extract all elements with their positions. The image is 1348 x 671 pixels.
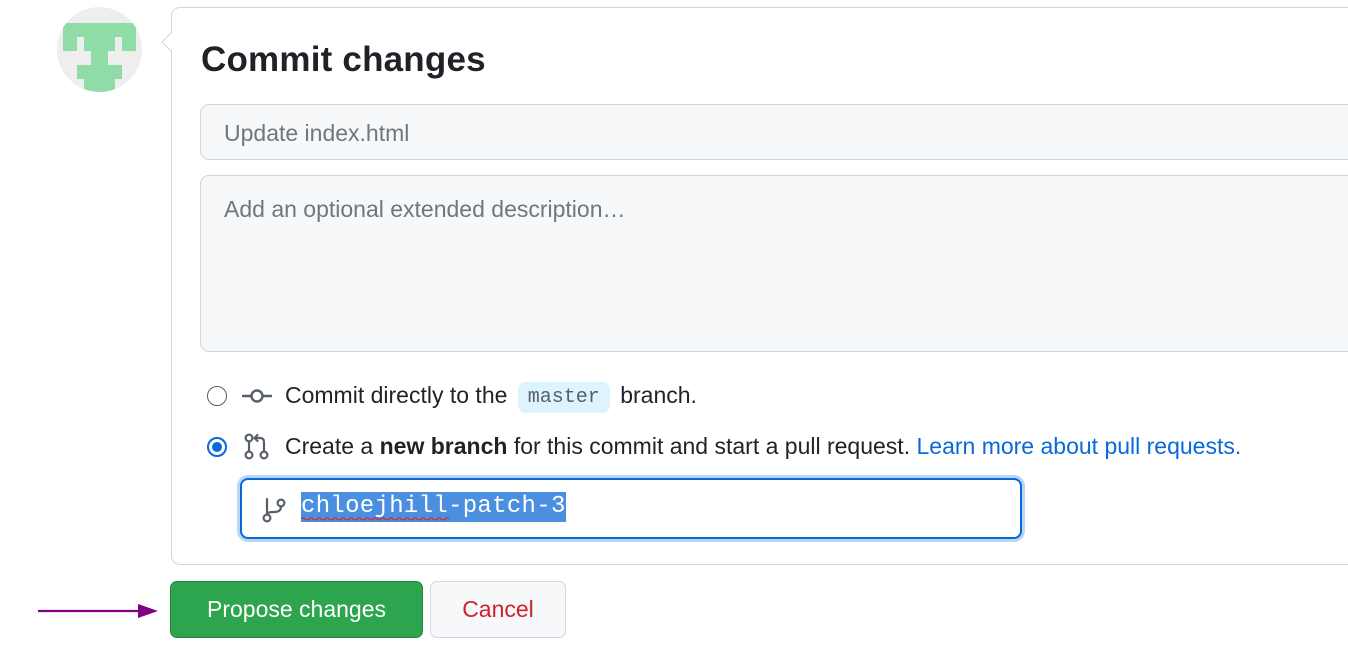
user-avatar[interactable] — [57, 7, 142, 92]
form-title: Commit changes — [201, 40, 486, 79]
branch-name-value: chloejhill-patch-3 — [301, 492, 566, 522]
learn-more-pull-requests-link[interactable]: Learn more about pull requests. — [916, 433, 1241, 459]
git-pull-request-icon — [244, 433, 269, 460]
cancel-button[interactable]: Cancel — [430, 581, 566, 638]
propose-changes-button[interactable]: Propose changes — [170, 581, 423, 638]
git-branch-icon — [262, 497, 286, 523]
description-placeholder: Add an optional extended description… — [224, 196, 626, 222]
summary-placeholder: Update index.html — [224, 120, 410, 146]
commit-directly-label: Commit directly to the master branch. — [285, 382, 697, 414]
spellcheck-underline — [301, 517, 449, 521]
commit-directly-radio[interactable] — [207, 386, 227, 406]
commit-description-textarea[interactable]: Add an optional extended description… — [200, 175, 1348, 352]
identicon — [63, 23, 136, 92]
new-branch-radio[interactable] — [207, 437, 227, 457]
speech-caret-icon — [161, 32, 173, 52]
commit-summary-input[interactable]: Update index.html — [200, 104, 1348, 160]
new-branch-emphasis: new branch — [379, 433, 508, 459]
git-commit-icon — [242, 389, 272, 403]
new-branch-label: Create a new branch for this commit and … — [285, 433, 1242, 459]
branch-name-input[interactable]: chloejhill-patch-3 — [240, 478, 1022, 539]
annotation-arrow-icon — [38, 604, 158, 618]
commit-changes-panel: Commit changes Update index.html Add an … — [0, 0, 1348, 671]
branch-name-pill: master — [517, 382, 610, 413]
